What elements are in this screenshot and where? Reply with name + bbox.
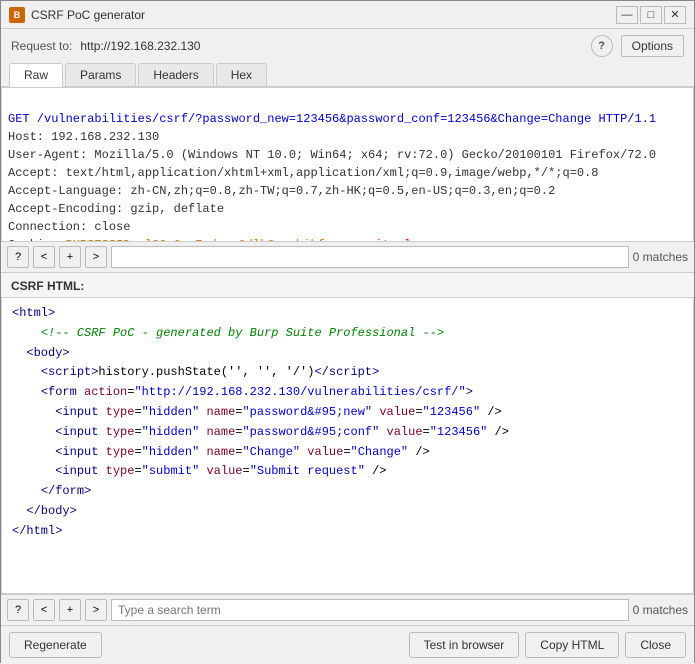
window-title: CSRF PoC generator [31, 8, 616, 22]
csrf-label: CSRF HTML: [1, 273, 694, 297]
html-line-1: <html> [12, 304, 683, 324]
app-icon-letter: B [14, 10, 21, 20]
action-bar: Regenerate Test in browser Copy HTML Clo… [1, 625, 694, 664]
search-next-btn[interactable]: > [85, 246, 107, 268]
html-line-11: </body> [12, 502, 683, 522]
html-line-9: <input type="submit" value="Submit reque… [12, 462, 683, 482]
html-line-8: <input type="hidden" name="Change" value… [12, 443, 683, 463]
bottom-matches-label: 0 matches [633, 603, 688, 617]
app-icon: B [9, 7, 25, 23]
top-matches-label: 0 matches [633, 250, 688, 264]
bottom-help-btn[interactable]: ? [7, 599, 29, 621]
search-prev-btn[interactable]: < [33, 246, 55, 268]
html-line-6: <input type="hidden" name="password&#95;… [12, 403, 683, 423]
csrf-content[interactable]: <html> <!-- CSRF PoC - generated by Burp… [1, 297, 694, 594]
tab-hex[interactable]: Hex [216, 63, 267, 86]
html-line-4: <script>history.pushState('', '', '/')</… [12, 363, 683, 383]
help-button[interactable]: ? [591, 35, 613, 57]
bottom-add-btn[interactable]: + [59, 599, 81, 621]
csrf-section: CSRF HTML: <html> <!-- CSRF PoC - genera… [1, 273, 694, 625]
tab-params[interactable]: Params [65, 63, 136, 86]
html-line-2: <!-- CSRF PoC - generated by Burp Suite … [12, 324, 683, 344]
options-button[interactable]: Options [621, 35, 684, 57]
maximize-button[interactable]: □ [640, 6, 662, 24]
html-line-5: <form action="http://192.168.232.130/vul… [12, 383, 683, 403]
close-window-button[interactable]: ✕ [664, 6, 686, 24]
main-container: Request to: http://192.168.232.130 ? Opt… [1, 29, 694, 664]
search-help-btn[interactable]: ? [7, 246, 29, 268]
bottom-search-input[interactable] [111, 599, 629, 621]
html-line-12: </html> [12, 522, 683, 542]
csrf-html-code: <html> <!-- CSRF PoC - generated by Burp… [12, 304, 683, 542]
html-line-3: <body> [12, 344, 683, 364]
request-tabs: Raw Params Headers Hex [1, 63, 694, 87]
titlebar: B CSRF PoC generator — □ ✕ [1, 1, 694, 29]
bottom-search-bar: ? < + > 0 matches [1, 594, 694, 625]
bottom-next-btn[interactable]: > [85, 599, 107, 621]
close-button[interactable]: Close [625, 632, 686, 658]
html-line-10: </form> [12, 482, 683, 502]
request-url: http://192.168.232.130 [80, 39, 200, 53]
tab-headers[interactable]: Headers [138, 63, 213, 86]
minimize-button[interactable]: — [616, 6, 638, 24]
request-text: GET /vulnerabilities/csrf/?password_new=… [8, 92, 687, 242]
request-to-label: Request to: [11, 39, 72, 53]
window-controls: — □ ✕ [616, 6, 686, 24]
bottom-prev-btn[interactable]: < [33, 599, 55, 621]
test-browser-button[interactable]: Test in browser [409, 632, 520, 658]
top-search-bar: ? < + > 0 matches [1, 242, 694, 273]
tab-raw[interactable]: Raw [9, 63, 63, 87]
regenerate-button[interactable]: Regenerate [9, 632, 102, 658]
copy-html-button[interactable]: Copy HTML [525, 632, 619, 658]
request-bar: Request to: http://192.168.232.130 ? Opt… [1, 29, 694, 63]
request-content[interactable]: GET /vulnerabilities/csrf/?password_new=… [1, 87, 694, 242]
html-line-7: <input type="hidden" name="password&#95;… [12, 423, 683, 443]
search-add-btn[interactable]: + [59, 246, 81, 268]
top-search-input[interactable] [111, 246, 629, 268]
